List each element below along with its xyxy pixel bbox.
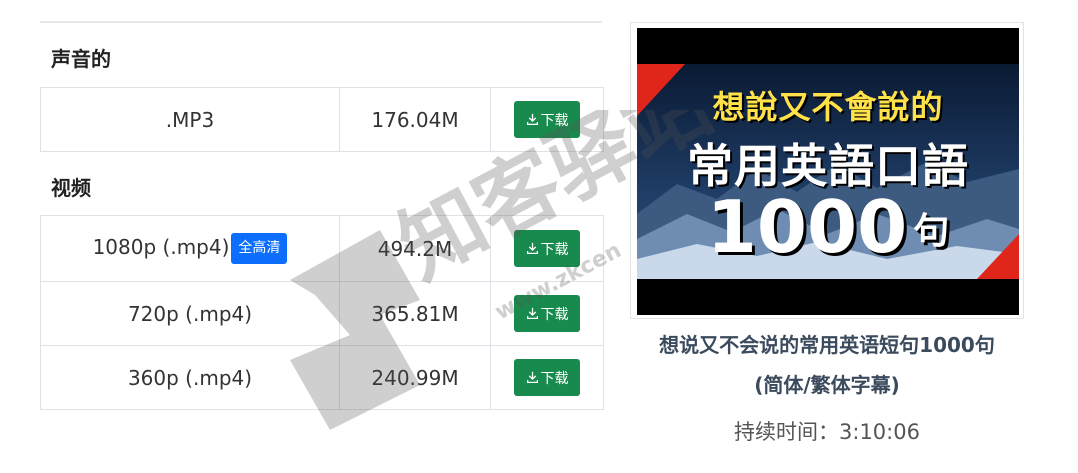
download-label: 下载	[540, 370, 569, 387]
video-section-title: 视频	[51, 176, 91, 200]
download-button[interactable]: 下载	[514, 359, 580, 396]
video-title-line-2: (简体/繁体字幕)	[754, 373, 900, 397]
video-thumbnail-frame[interactable]: 想說又不會說的 常用英語口語 1000 句	[630, 22, 1024, 319]
thumbnail-headline-3: 1000 句	[637, 182, 1019, 277]
size-cell: 365.81M	[339, 281, 491, 346]
video-table: 1080p (.mp4) 全高清 494.2M 下载 720p (.mp4) 36…	[40, 215, 604, 410]
video-duration: 持续时间：3:10:06	[734, 420, 920, 444]
video-title: 想说又不会说的常用英语短句1000句 (简体/繁体字幕)	[630, 325, 1024, 405]
video-thumbnail[interactable]: 想說又不會說的 常用英語口語 1000 句	[637, 28, 1019, 315]
table-row: 720p (.mp4) 365.81M 下载	[40, 281, 604, 346]
format-cell: 720p (.mp4)	[40, 281, 340, 346]
download-tray-icon	[526, 242, 538, 255]
format-cell: .MP3	[40, 87, 340, 152]
download-tray-icon	[526, 371, 538, 384]
thumbnail-number: 1000	[706, 185, 908, 269]
format-cell: 360p (.mp4)	[40, 345, 340, 410]
table-row: .MP3 176.04M 下载	[40, 87, 604, 152]
full-hd-badge: 全高清	[231, 233, 288, 264]
section-divider	[40, 21, 602, 23]
download-label: 下载	[540, 306, 569, 323]
download-label: 下载	[540, 112, 569, 129]
audio-table: .MP3 176.04M 下载	[40, 87, 604, 152]
thumbnail-headline-1: 想說又不會說的	[712, 88, 944, 126]
audio-section-title: 声音的	[51, 47, 111, 71]
download-tray-icon	[526, 307, 538, 320]
download-label: 下载	[540, 241, 569, 258]
video-title-line-1: 想说又不会说的常用英语短句1000句	[659, 333, 995, 357]
size-cell: 176.04M	[339, 87, 491, 152]
download-button[interactable]: 下载	[514, 295, 580, 332]
download-tray-icon	[526, 113, 538, 126]
size-cell: 240.99M	[339, 345, 491, 410]
format-cell: 1080p (.mp4)	[92, 235, 230, 259]
download-button[interactable]: 下载	[514, 230, 580, 267]
thumbnail-suffix: 句	[913, 211, 950, 253]
size-cell: 494.2M	[339, 215, 491, 282]
table-row: 360p (.mp4) 240.99M 下载	[40, 345, 604, 410]
download-button[interactable]: 下载	[514, 101, 580, 138]
table-row: 1080p (.mp4) 全高清 494.2M 下载	[40, 215, 604, 282]
